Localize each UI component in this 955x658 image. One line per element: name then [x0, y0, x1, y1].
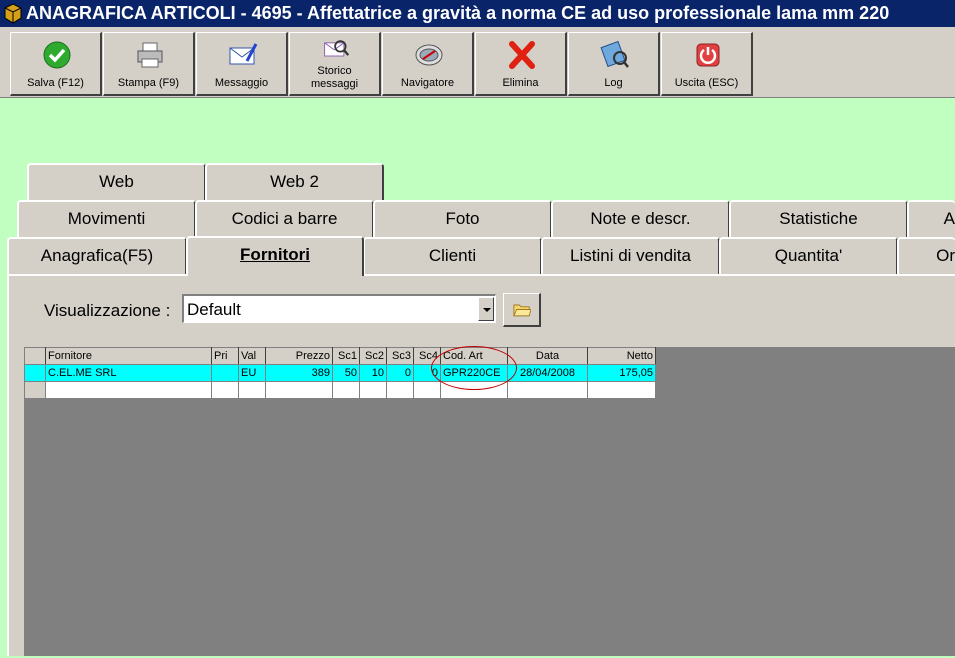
- empty-cell[interactable]: [45, 381, 212, 399]
- tab-movimenti[interactable]: Movimenti: [17, 200, 196, 238]
- cell-sc2[interactable]: 10: [359, 364, 387, 382]
- tab-quantita[interactable]: Quantita': [719, 237, 898, 275]
- exit-label: Uscita (ESC): [674, 77, 739, 89]
- table-row-empty[interactable]: [24, 381, 656, 399]
- message-history-button[interactable]: Storico messaggi: [289, 32, 381, 96]
- row-indicator[interactable]: [24, 381, 46, 399]
- view-select[interactable]: Default: [182, 294, 496, 323]
- tab-codici-a-barre[interactable]: Codici a barre: [195, 200, 374, 238]
- exit-button[interactable]: Uscita (ESC): [661, 32, 753, 96]
- exit-icon: [696, 43, 720, 67]
- tab-foto[interactable]: Foto: [373, 200, 552, 238]
- suppliers-grid[interactable]: Fornitore Pri Val Prezzo Sc1 Sc2 Sc3 Sc4…: [24, 347, 656, 399]
- view-select-value: Default: [187, 300, 241, 319]
- delete-x-icon: [509, 41, 535, 69]
- printer-icon: [137, 42, 163, 68]
- empty-cell[interactable]: [359, 381, 387, 399]
- tab-statistiche[interactable]: Statistiche: [729, 200, 908, 238]
- col-sc1[interactable]: Sc1: [332, 347, 360, 365]
- cell-prezzo[interactable]: 389: [265, 364, 333, 382]
- empty-cell[interactable]: [507, 381, 588, 399]
- log-label: Log: [604, 77, 623, 89]
- tab-clienti[interactable]: Clienti: [363, 237, 542, 275]
- empty-cell[interactable]: [386, 381, 414, 399]
- col-pri[interactable]: Pri: [211, 347, 239, 365]
- tab-listini-di-vendita[interactable]: Listini di vendita: [541, 237, 720, 275]
- save-button[interactable]: Salva (F12): [10, 32, 102, 96]
- cell-sc3[interactable]: 0: [386, 364, 414, 382]
- message-history-icon: [324, 40, 350, 57]
- app-icon: [4, 3, 22, 24]
- tab-anagrafica[interactable]: Anagrafica(F5): [7, 237, 187, 275]
- col-fornitore[interactable]: Fornitore: [45, 347, 212, 365]
- row-indicator[interactable]: [24, 364, 46, 382]
- tab-note-e-descr[interactable]: Note e descr.: [551, 200, 730, 238]
- folder-icon: [513, 304, 531, 317]
- message-label: Messaggio: [214, 77, 269, 89]
- col-prezzo[interactable]: Prezzo: [265, 347, 333, 365]
- message-button[interactable]: Messaggio: [196, 32, 288, 96]
- save-label: Salva (F12): [27, 77, 84, 89]
- print-button[interactable]: Stampa (F9): [103, 32, 195, 96]
- cell-netto[interactable]: 175,05: [587, 364, 656, 382]
- empty-cell[interactable]: [332, 381, 360, 399]
- print-label: Stampa (F9): [117, 77, 180, 89]
- tab-web-2[interactable]: Web 2: [205, 163, 384, 201]
- col-sc3[interactable]: Sc3: [386, 347, 414, 365]
- empty-cell[interactable]: [413, 381, 441, 399]
- open-folder-button[interactable]: [503, 293, 541, 327]
- toolbar: Salva (F12) Stampa (F9) Messaggio Storic…: [0, 27, 955, 98]
- empty-cell[interactable]: [265, 381, 333, 399]
- col-val[interactable]: Val: [238, 347, 266, 365]
- log-button[interactable]: Log: [568, 32, 660, 96]
- annotation-circle: [431, 346, 517, 390]
- empty-cell[interactable]: [211, 381, 239, 399]
- navigator-label: Navigatore: [400, 77, 455, 89]
- window-title: ANAGRAFICA ARTICOLI - 4695 - Affettatric…: [26, 3, 890, 23]
- cell-sc1[interactable]: 50: [332, 364, 360, 382]
- check-icon: [43, 41, 71, 69]
- chevron-down-icon[interactable]: [478, 297, 494, 321]
- envelope-pen-icon: [229, 43, 258, 65]
- empty-cell[interactable]: [238, 381, 266, 399]
- col-netto[interactable]: Netto: [587, 347, 656, 365]
- view-label: Visualizzazione :: [44, 301, 171, 320]
- navigator-button[interactable]: Navigatore: [382, 32, 474, 96]
- tab-or-truncated[interactable]: Or: [897, 237, 955, 275]
- log-icon: [600, 40, 629, 68]
- col-sc2[interactable]: Sc2: [359, 347, 387, 365]
- cell-data[interactable]: 28/04/2008: [507, 364, 588, 382]
- col-data[interactable]: Data: [507, 347, 588, 365]
- cell-pri[interactable]: [211, 364, 239, 382]
- tab-web[interactable]: Web: [27, 163, 206, 201]
- empty-cell[interactable]: [587, 381, 656, 399]
- grid-header-row: Fornitore Pri Val Prezzo Sc1 Sc2 Sc3 Sc4…: [24, 347, 656, 365]
- tab-fornitori[interactable]: Fornitori: [186, 236, 364, 276]
- message-history-label: Storico messaggi: [310, 65, 359, 90]
- table-row[interactable]: C.EL.ME SRL EU 389 50 10 0 0 GPR220CE 28…: [24, 364, 656, 382]
- compass-icon: [415, 44, 443, 66]
- title-bar: ANAGRAFICA ARTICOLI - 4695 - Affettatric…: [0, 0, 955, 27]
- tab-a-truncated[interactable]: A: [907, 200, 955, 238]
- delete-button[interactable]: Elimina: [475, 32, 567, 96]
- row-indicator-header: [24, 347, 46, 365]
- cell-val[interactable]: EU: [238, 364, 266, 382]
- delete-label: Elimina: [502, 77, 539, 89]
- cell-fornitore[interactable]: C.EL.ME SRL: [45, 364, 212, 382]
